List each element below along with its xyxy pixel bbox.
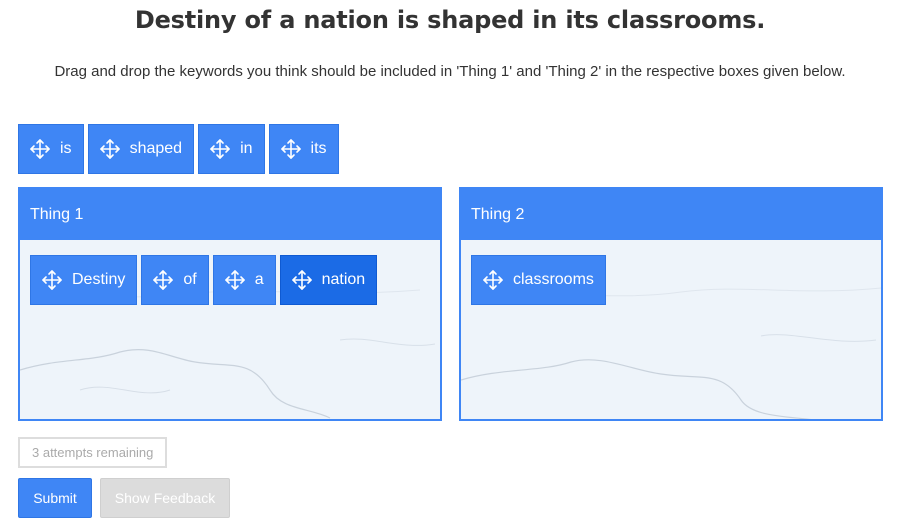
drop-zone-chips: Destiny of a nation	[30, 255, 378, 305]
keyword-label: a	[254, 271, 264, 288]
move-arrows-icon	[152, 269, 174, 291]
keyword-chip-classrooms[interactable]: classrooms	[471, 255, 606, 305]
submit-button[interactable]: Submit	[18, 478, 92, 518]
keyword-pool: is shaped in its	[18, 124, 339, 174]
drop-zone-body[interactable]: Destiny of a nation	[20, 240, 440, 419]
drop-zone-thing-2[interactable]: Thing 2 classrooms	[459, 187, 883, 421]
keyword-label: of	[183, 271, 197, 288]
move-arrows-icon	[99, 138, 121, 160]
move-arrows-icon	[209, 138, 231, 160]
keyword-label: shaped	[129, 140, 183, 157]
attempts-remaining-badge: 3 attempts remaining	[18, 437, 168, 468]
keyword-label: classrooms	[513, 271, 594, 288]
move-arrows-icon	[482, 269, 504, 291]
move-arrows-icon	[224, 269, 246, 291]
keyword-chip-of[interactable]: of	[141, 255, 209, 305]
keyword-chip-is[interactable]: is	[18, 124, 84, 174]
page-title: Destiny of a nation is shaped in its cla…	[134, 6, 766, 34]
move-arrows-icon	[41, 269, 63, 291]
drop-zone-header: Thing 2	[461, 189, 881, 240]
show-feedback-button[interactable]: Show Feedback	[100, 478, 230, 518]
move-arrows-icon	[291, 269, 313, 291]
keyword-label: its	[310, 140, 327, 157]
keyword-label: Destiny	[72, 271, 126, 288]
keyword-chip-a[interactable]: a	[212, 255, 276, 305]
keyword-chip-shaped[interactable]: shaped	[87, 124, 195, 174]
instructions-text: Drag and drop the keywords you think sho…	[54, 63, 846, 80]
move-arrows-icon	[280, 138, 302, 160]
drop-zone-header: Thing 1	[20, 189, 440, 240]
move-arrows-icon	[29, 138, 51, 160]
keyword-chip-nation[interactable]: nation	[279, 255, 378, 305]
keyword-chip-destiny[interactable]: Destiny	[30, 255, 138, 305]
drop-zone-thing-1[interactable]: Thing 1 Destiny of a nation	[18, 187, 442, 421]
drop-zone-chips: classrooms	[471, 255, 606, 305]
drop-zone-body[interactable]: classrooms	[461, 240, 881, 419]
keyword-label: is	[60, 140, 72, 157]
keyword-label: in	[240, 140, 253, 157]
keyword-label: nation	[321, 271, 366, 288]
keyword-chip-its[interactable]: its	[268, 124, 339, 174]
keyword-chip-in[interactable]: in	[198, 124, 265, 174]
